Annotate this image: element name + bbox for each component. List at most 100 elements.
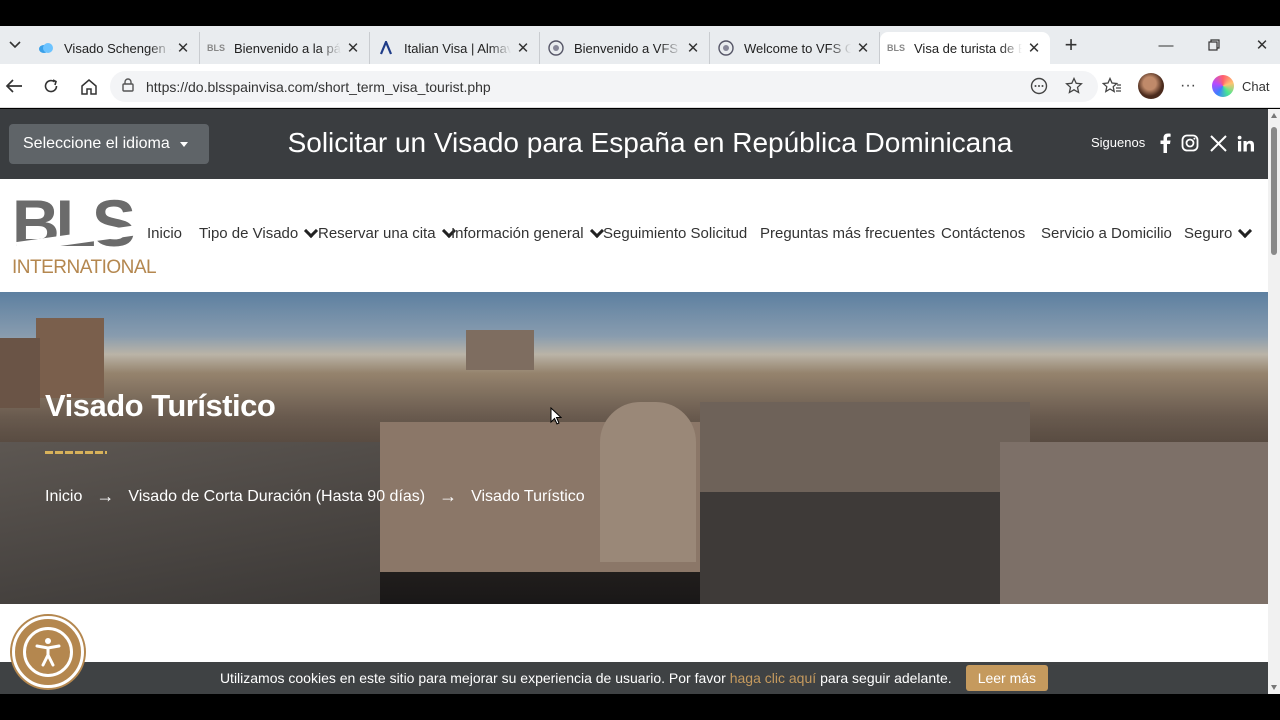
lock-icon[interactable] [122, 78, 138, 95]
chevron-down-icon [589, 223, 604, 238]
language-select-label: Seleccione el idioma [23, 135, 170, 152]
follow-label: Siguenos [1091, 135, 1146, 150]
arrow-right-icon: → [96, 486, 115, 506]
arrow-right-icon: → [439, 486, 458, 506]
new-tab-plus-icon[interactable]: + [1054, 32, 1088, 58]
instagram-icon[interactable] [1179, 131, 1201, 155]
chevron-down-icon [1238, 223, 1253, 238]
hero-building [466, 330, 534, 370]
tab-vfs-bienvenido[interactable]: Bienvenido a VFS Gl ✕ [540, 32, 710, 64]
language-select[interactable]: Seleccione el idioma [9, 124, 209, 164]
copilot-icon [1212, 75, 1234, 97]
nav-preguntas-frecuentes[interactable]: Preguntas más frecuentes [760, 225, 935, 242]
scrollbar-thumb[interactable] [1271, 127, 1277, 255]
copilot-chat-button[interactable]: Chat [1212, 72, 1269, 100]
nav-inicio[interactable]: Inicio [147, 225, 182, 242]
cookie-banner: Utilizamos cookies en este sitio para me… [0, 662, 1268, 694]
cookie-text: Utilizamos cookies en este sitio para me… [219, 670, 726, 686]
nav-informacion-general[interactable]: Información general [451, 223, 604, 242]
site-headline: Solicitar un Visado para España en Repúb… [287, 127, 1013, 158]
breadcrumb-corta-duracion[interactable]: Visado de Corta Duración (Hasta 90 días) [128, 488, 425, 506]
scroll-up-icon[interactable] [1271, 113, 1277, 118]
tab-actions-chevron-icon[interactable] [0, 26, 30, 64]
linkedin-icon[interactable] [1235, 131, 1257, 155]
hero-rooftop [0, 442, 380, 604]
nav-seguro[interactable]: Seguro [1184, 223, 1253, 242]
accessibility-button[interactable] [12, 616, 84, 688]
x-twitter-icon[interactable] [1207, 131, 1229, 155]
tab-title: Italian Visa | Almavi [404, 40, 511, 56]
almaviva-icon [378, 40, 394, 56]
nav-label: Servicio a Domicilio [1041, 225, 1172, 242]
tab-title: Welcome to VFS Glo [744, 40, 851, 56]
more-options-icon[interactable]: ··· [1176, 74, 1200, 98]
scroll-down-icon[interactable] [1271, 685, 1277, 690]
tab-bar: Visado Schengen - ¿ ✕ BLS Bienvenido a l… [0, 26, 1280, 64]
nav-label: Reservar una cita [318, 225, 436, 242]
back-arrow-icon[interactable] [0, 72, 28, 100]
nav-servicio-domicilio[interactable]: Servicio a Domicilio [1041, 225, 1172, 242]
favorites-icon[interactable] [1100, 74, 1124, 98]
home-icon[interactable] [75, 72, 103, 100]
close-icon[interactable]: ✕ [1026, 39, 1042, 57]
cookie-link[interactable]: haga clic aquí [730, 670, 816, 686]
screen: Visado Schengen - ¿ ✕ BLS Bienvenido a l… [0, 0, 1280, 720]
nav-label: Información general [451, 225, 584, 242]
bls-icon: BLS [207, 43, 225, 53]
page-scrollbar[interactable] [1268, 109, 1280, 694]
close-icon[interactable]: ✕ [685, 39, 701, 57]
nav-label: Preguntas más frecuentes [760, 225, 936, 242]
hero-banner-madrid-cityscape: Visado Turístico Inicio → Visado de Cort… [0, 292, 1268, 604]
tab-italian-visa[interactable]: Italian Visa | Almavi ✕ [370, 32, 540, 64]
main-navbar: BLS INTERNATIONAL Inicio Tipo de Visado … [0, 179, 1268, 292]
breadcrumb-current: Visado Turístico [471, 487, 585, 505]
bls-international-logo[interactable]: BLS INTERNATIONAL [10, 186, 157, 279]
hero-building [36, 318, 104, 398]
cookie-read-more-button[interactable]: Leer más [965, 665, 1049, 691]
hero-building-metropolis [600, 402, 696, 562]
nav-label: Seguimiento Solicitud [603, 225, 748, 242]
url-input[interactable]: https://do.blsspainvisa.com/short_term_v… [110, 71, 1098, 102]
tab-title: Bienvenido a VFS Gl [574, 40, 681, 56]
hero-building [1000, 442, 1268, 604]
minimize-icon[interactable]: — [1142, 26, 1190, 64]
vfs-icon [548, 40, 564, 56]
profile-avatar[interactable] [1138, 73, 1164, 99]
window-close-icon[interactable]: ✕ [1238, 26, 1280, 64]
restore-icon[interactable] [1190, 26, 1238, 64]
nav-tipo-de-visado[interactable]: Tipo de Visado [199, 223, 319, 242]
logo-international-text: INTERNATIONAL [12, 257, 157, 278]
chevron-down-icon [304, 223, 319, 238]
bls-icon: BLS [887, 43, 905, 53]
nav-label: Seguro [1184, 225, 1233, 242]
close-icon[interactable]: ✕ [345, 39, 361, 57]
nav-label: Tipo de Visado [199, 225, 299, 242]
tab-visado-schengen[interactable]: Visado Schengen - ¿ ✕ [30, 32, 200, 64]
refresh-icon[interactable] [37, 72, 65, 100]
chat-label: Chat [1242, 78, 1270, 94]
top-strip: Seleccione el idioma Solicitar un Visado… [0, 109, 1268, 179]
mouse-cursor-icon [550, 407, 562, 425]
tab-vfs-welcome[interactable]: Welcome to VFS Glo ✕ [710, 32, 880, 64]
tab-title: Bienvenido a la pági [234, 40, 341, 56]
close-icon[interactable]: ✕ [855, 39, 871, 57]
nav-contactenos[interactable]: Contáctenos [941, 225, 1025, 242]
nav-seguimiento-solicitud[interactable]: Seguimiento Solicitud [603, 225, 747, 242]
caret-down-icon [179, 141, 188, 147]
tab-bls-bienvenido[interactable]: BLS Bienvenido a la pági ✕ [200, 32, 370, 64]
close-icon[interactable]: ✕ [515, 39, 531, 57]
breadcrumb-inicio[interactable]: Inicio [45, 488, 82, 506]
address-bar: https://do.blsspainvisa.com/short_term_v… [0, 64, 1280, 108]
url-text: https://do.blsspainvisa.com/short_term_v… [146, 78, 491, 95]
close-icon[interactable]: ✕ [175, 39, 191, 57]
hero-street [700, 492, 1000, 604]
nav-label: Contáctenos [941, 225, 1026, 242]
nav-reservar-cita[interactable]: Reservar una cita [318, 223, 456, 242]
read-aloud-icon[interactable] [1027, 74, 1051, 98]
facebook-icon[interactable] [1154, 131, 1176, 155]
breadcrumb: Inicio → Visado de Corta Duración (Hasta… [45, 486, 585, 507]
star-favorite-icon[interactable] [1062, 74, 1086, 98]
tab-visa-turista-active[interactable]: BLS Visa de turista de Es ✕ [880, 32, 1050, 64]
page-title: Visado Turístico [45, 388, 276, 423]
tab-title: Visado Schengen - ¿ [64, 40, 171, 56]
